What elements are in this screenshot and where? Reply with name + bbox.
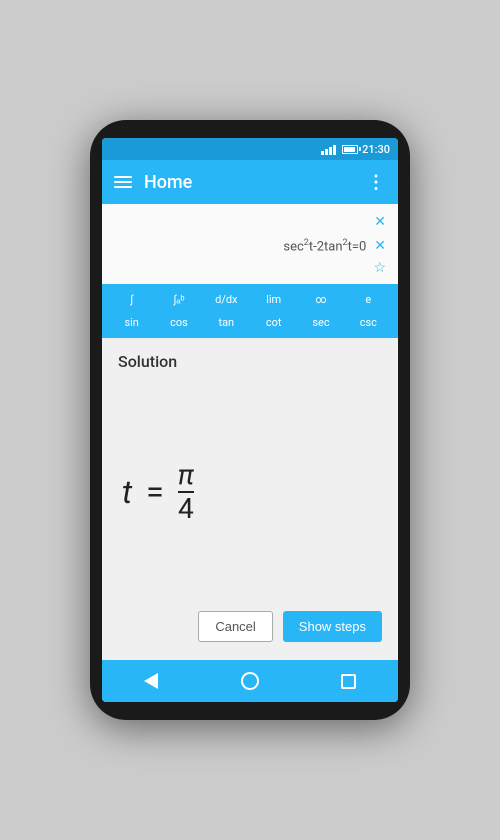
recents-icon bbox=[341, 674, 356, 689]
keyboard-row-1: ∫ ∫ₐᵇ d/dx lim ∞ e bbox=[102, 288, 398, 311]
solution-fraction: π 4 bbox=[178, 461, 194, 523]
key-cot[interactable]: cot bbox=[258, 313, 290, 332]
home-icon bbox=[241, 672, 259, 690]
key-integral[interactable]: ∫ bbox=[116, 290, 148, 309]
fraction-denominator: 4 bbox=[178, 495, 194, 523]
hamburger-menu-icon[interactable] bbox=[114, 176, 132, 188]
expression-row-empty: ✕ bbox=[114, 212, 386, 232]
key-derivative[interactable]: d/dx bbox=[210, 290, 242, 309]
delete-expression-icon-1[interactable]: ✕ bbox=[374, 214, 386, 230]
key-definite-integral[interactable]: ∫ₐᵇ bbox=[163, 290, 195, 309]
key-csc[interactable]: csc bbox=[352, 313, 384, 332]
solution-equals: = bbox=[146, 473, 164, 511]
expression-row-1: sec2t-2tan2t=0 ✕ bbox=[114, 238, 386, 254]
status-time: 21:30 bbox=[362, 143, 390, 156]
key-euler[interactable]: e bbox=[352, 290, 384, 309]
solution-label: Solution bbox=[118, 352, 382, 371]
key-cos[interactable]: cos bbox=[163, 313, 195, 332]
app-bar: Home ⋮ bbox=[102, 160, 398, 204]
keyboard-row-2: sin cos tan cot sec csc bbox=[102, 311, 398, 334]
signal-icon bbox=[321, 143, 336, 155]
back-icon bbox=[144, 673, 158, 689]
more-options-icon[interactable]: ⋮ bbox=[367, 172, 386, 193]
fraction-numerator: π bbox=[178, 461, 194, 489]
key-sin[interactable]: sin bbox=[116, 313, 148, 332]
key-sec[interactable]: sec bbox=[305, 313, 337, 332]
cancel-button[interactable]: Cancel bbox=[198, 611, 272, 642]
key-infinity[interactable]: ∞ bbox=[305, 290, 337, 309]
home-button[interactable] bbox=[230, 661, 270, 701]
expression-row-star: ☆ bbox=[114, 260, 386, 276]
key-limit[interactable]: lim bbox=[258, 290, 290, 309]
app-title: Home bbox=[144, 172, 355, 193]
battery-icon bbox=[342, 145, 358, 154]
expressions-area: ✕ sec2t-2tan2t=0 ✕ ☆ bbox=[102, 204, 398, 284]
solution-panel: Solution t = π 4 Cancel Show steps bbox=[102, 338, 398, 660]
phone-device: 21:30 Home ⋮ ✕ bbox=[90, 120, 410, 720]
delete-expression-icon-2[interactable]: ✕ bbox=[374, 238, 386, 254]
back-button[interactable] bbox=[131, 661, 171, 701]
show-steps-button[interactable]: Show steps bbox=[283, 611, 382, 642]
favorite-icon[interactable]: ☆ bbox=[373, 260, 386, 276]
solution-math: t = π 4 bbox=[118, 383, 382, 601]
action-buttons: Cancel Show steps bbox=[118, 601, 382, 646]
recents-button[interactable] bbox=[329, 661, 369, 701]
expression-text-1: sec2t-2tan2t=0 bbox=[283, 238, 366, 254]
solution-variable: t bbox=[122, 473, 132, 511]
key-tan[interactable]: tan bbox=[210, 313, 242, 332]
math-keyboard: ∫ ∫ₐᵇ d/dx lim ∞ e sin cos tan cot sec c… bbox=[102, 284, 398, 338]
bottom-nav bbox=[102, 660, 398, 702]
phone-screen: 21:30 Home ⋮ ✕ bbox=[102, 138, 398, 702]
content-area: ✕ sec2t-2tan2t=0 ✕ ☆ ∫ ∫ₐᵇ bbox=[102, 204, 398, 660]
status-bar: 21:30 bbox=[102, 138, 398, 160]
